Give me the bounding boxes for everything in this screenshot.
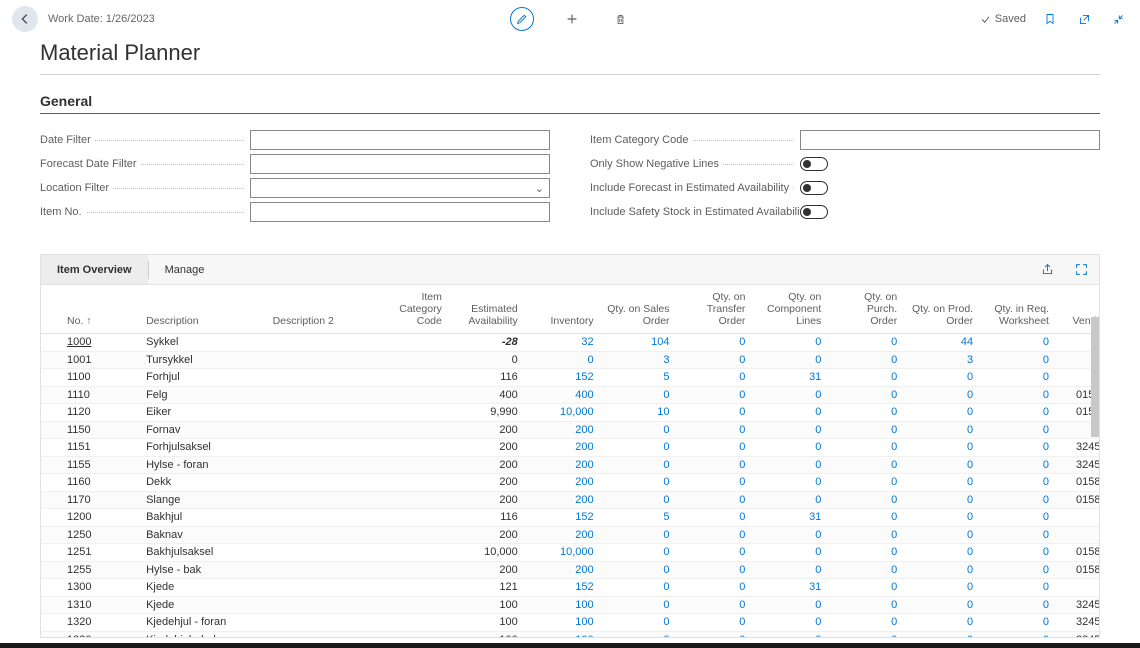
filter-select-location-filter[interactable]: ⌄ bbox=[250, 178, 550, 198]
edit-button[interactable] bbox=[510, 7, 534, 31]
toggle-include-forecast-in-estimated-availability[interactable] bbox=[800, 181, 828, 195]
trash-icon bbox=[614, 13, 627, 26]
bookmark-button[interactable] bbox=[1040, 9, 1060, 29]
page-title: Material Planner bbox=[0, 38, 1140, 74]
table-row[interactable]: 1320Kjedehjul - foran1001000000003245612… bbox=[41, 614, 1099, 632]
col-header-description2[interactable]: Description 2 bbox=[267, 285, 372, 334]
table-row[interactable]: 1155Hylse - foran20020000000032456123 bbox=[41, 456, 1099, 474]
filter-label: Include Safety Stock in Estimated Availa… bbox=[590, 206, 800, 218]
cell-no[interactable]: 1110 bbox=[41, 386, 117, 404]
cell-no[interactable]: 1255 bbox=[41, 561, 117, 579]
table-row[interactable]: 1001Tursykkel00300030 bbox=[41, 351, 1099, 369]
back-button[interactable] bbox=[12, 6, 38, 32]
share-icon bbox=[1041, 263, 1054, 276]
table-row[interactable]: 1255Hylse - bak20020000000001587796 bbox=[41, 561, 1099, 579]
table-row[interactable]: 1300Kjede1211520031000 bbox=[41, 579, 1099, 597]
plus-icon bbox=[565, 12, 579, 26]
delete-button[interactable] bbox=[610, 9, 630, 29]
section-general-title[interactable]: General bbox=[0, 75, 1140, 113]
cell-no[interactable]: 1320 bbox=[41, 614, 117, 632]
cell-no[interactable]: 1160 bbox=[41, 474, 117, 492]
filter-label: Date Filter bbox=[40, 134, 250, 146]
tab-item-overview[interactable]: Item Overview bbox=[41, 255, 148, 284]
table-row[interactable]: 1170Slange20020000000001587796 bbox=[41, 491, 1099, 509]
tab-manage[interactable]: Manage bbox=[149, 255, 221, 284]
popout-button[interactable] bbox=[1074, 9, 1094, 29]
cell-no[interactable]: 1151 bbox=[41, 439, 117, 457]
col-header-qty-prod[interactable]: Qty. on Prod.Order bbox=[903, 285, 979, 334]
cell-no[interactable]: 1170 bbox=[41, 491, 117, 509]
vertical-scrollbar[interactable] bbox=[1091, 317, 1099, 437]
table-row[interactable]: 1151Forhjulsaksel20020000000032456123 bbox=[41, 439, 1099, 457]
check-icon bbox=[980, 14, 991, 25]
filter-label: Item Category Code bbox=[590, 134, 800, 146]
saved-status: Saved bbox=[980, 13, 1026, 25]
table-row[interactable]: 1160Dekk20020000000001587796 bbox=[41, 474, 1099, 492]
col-header-qty-transfer[interactable]: Qty. on TransferOrder bbox=[676, 285, 752, 334]
filter-label: Only Show Negative Lines bbox=[590, 158, 800, 170]
collapse-icon bbox=[1112, 13, 1125, 26]
col-header-est-avail[interactable]: EstimatedAvailability bbox=[448, 285, 524, 334]
expand-icon bbox=[1075, 263, 1088, 276]
table-row[interactable]: 1120Eiker9,99010,000100000001587796 bbox=[41, 404, 1099, 422]
cell-no[interactable]: 1200 bbox=[41, 509, 117, 527]
cell-no[interactable]: 1150 bbox=[41, 421, 117, 439]
cell-no[interactable]: 1120 bbox=[41, 404, 117, 422]
cell-no[interactable]: 1310 bbox=[41, 596, 117, 614]
col-header-no[interactable]: No. ↑ bbox=[41, 285, 117, 334]
table-row[interactable]: →1000⋮Sykkel-2832104000440 bbox=[41, 334, 1099, 352]
col-header-qty-purch[interactable]: Qty. on Purch.Order bbox=[827, 285, 903, 334]
share-button[interactable] bbox=[1037, 260, 1057, 280]
toggle-include-safety-stock-in-estimated-availability[interactable] bbox=[800, 205, 828, 219]
col-header-qty-sales[interactable]: Qty. on SalesOrder bbox=[600, 285, 676, 334]
table-row[interactable]: 1310Kjede10010000000032456123 bbox=[41, 596, 1099, 614]
col-header-inventory[interactable]: Inventory bbox=[524, 285, 600, 334]
expand-grid-button[interactable] bbox=[1071, 260, 1091, 280]
table-row[interactable]: 1200Bakhjul1161525031000 bbox=[41, 509, 1099, 527]
filter-label: Include Forecast in Estimated Availabili… bbox=[590, 182, 800, 194]
pencil-icon bbox=[516, 13, 528, 25]
cell-no[interactable]: 1300 bbox=[41, 579, 117, 597]
filter-input-item-no-[interactable] bbox=[250, 202, 550, 222]
filter-label: Forecast Date Filter bbox=[40, 158, 250, 170]
table-row[interactable]: 1110Felg40040000000001587796 bbox=[41, 386, 1099, 404]
filter-input-date-filter[interactable] bbox=[250, 130, 550, 150]
toggle-only-show-negative-lines[interactable] bbox=[800, 157, 828, 171]
work-date-label: Work Date: 1/26/2023 bbox=[48, 13, 155, 25]
table-row[interactable]: 1250Baknav200200000000 bbox=[41, 526, 1099, 544]
filter-label: Location Filter bbox=[40, 182, 250, 194]
filter-input-item-category-code[interactable] bbox=[800, 130, 1100, 150]
table-row[interactable]: 1251Bakhjulsaksel10,00010,00000000001587… bbox=[41, 544, 1099, 562]
bookmark-icon bbox=[1044, 12, 1056, 26]
cell-no[interactable]: 1001 bbox=[41, 351, 117, 369]
col-header-qty-component[interactable]: Qty. onComponent Lines bbox=[751, 285, 827, 334]
collapse-button[interactable] bbox=[1108, 9, 1128, 29]
cell-no[interactable]: 1155 bbox=[41, 456, 117, 474]
filter-label: Item No. bbox=[40, 206, 250, 218]
cell-no[interactable]: 1330 bbox=[41, 631, 117, 637]
table-row[interactable]: 1150Fornav200200000000 bbox=[41, 421, 1099, 439]
col-header-action bbox=[117, 285, 140, 334]
arrow-left-icon bbox=[18, 12, 32, 26]
cell-no[interactable]: 1251 bbox=[41, 544, 117, 562]
table-row[interactable]: 1100Forhjul116152503100020000 bbox=[41, 369, 1099, 387]
popout-icon bbox=[1078, 13, 1091, 26]
bottom-bar bbox=[0, 643, 1140, 648]
col-header-item-category[interactable]: Item CategoryCode bbox=[372, 285, 448, 334]
table-row[interactable]: 1330Kjedehjul - bak10010000000032456123 bbox=[41, 631, 1099, 637]
filter-input-forecast-date-filter[interactable] bbox=[250, 154, 550, 174]
cell-no[interactable]: 1250 bbox=[41, 526, 117, 544]
new-button[interactable] bbox=[562, 9, 582, 29]
cell-no[interactable]: →1000 bbox=[41, 334, 117, 352]
col-header-qty-req[interactable]: Qty. in Req.Worksheet bbox=[979, 285, 1055, 334]
col-header-description[interactable]: Description bbox=[140, 285, 266, 334]
cell-no[interactable]: 1100 bbox=[41, 369, 117, 387]
